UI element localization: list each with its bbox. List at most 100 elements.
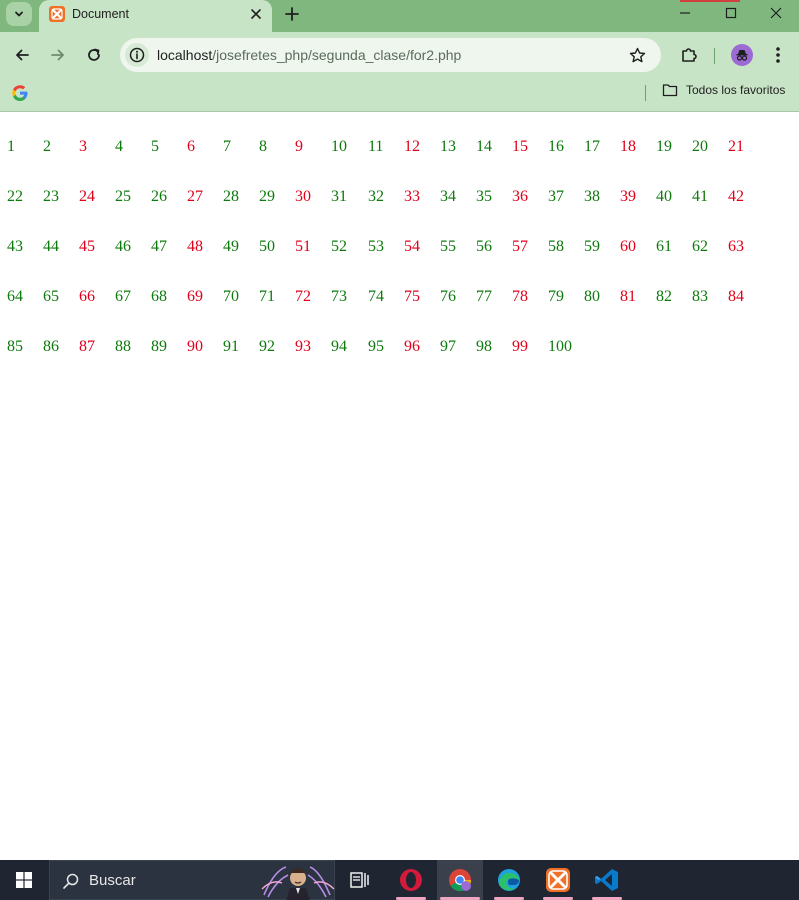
chrome-menu-button[interactable] — [766, 41, 790, 69]
number-36: 36 — [512, 188, 528, 205]
number-38: 38 — [584, 188, 600, 205]
number-11: 11 — [368, 138, 384, 155]
number-47: 47 — [151, 238, 167, 255]
taskbar-chrome[interactable] — [437, 860, 483, 900]
bookmark-star-button[interactable] — [626, 44, 648, 66]
number-96: 96 — [404, 338, 420, 355]
site-info-button[interactable] — [125, 43, 149, 67]
extensions-button[interactable] — [676, 41, 702, 69]
address-bar[interactable]: localhost/josefretes_php/segunda_clase/f… — [120, 38, 661, 72]
search-placeholder: Buscar — [89, 872, 136, 889]
toolbar-divider — [714, 48, 715, 64]
tab-strip: Document — [0, 0, 799, 32]
number-77: 77 — [476, 288, 492, 305]
start-button[interactable] — [0, 860, 48, 900]
number-26: 26 — [151, 188, 167, 205]
number-91: 91 — [223, 338, 239, 355]
number-15: 15 — [512, 138, 528, 155]
number-9: 9 — [295, 138, 303, 155]
number-71: 71 — [259, 288, 275, 305]
number-69: 69 — [187, 288, 203, 305]
number-48: 48 — [187, 238, 203, 255]
url-path: /josefretes_php/segunda_clase/for2.php — [212, 47, 462, 63]
search-icon — [63, 873, 79, 889]
search-highlight-illustration — [261, 866, 335, 900]
close-window-button[interactable] — [753, 0, 799, 26]
xampp-favicon-icon — [49, 6, 65, 22]
number-35: 35 — [476, 188, 492, 205]
taskbar-task-view[interactable] — [337, 860, 383, 900]
number-41: 41 — [692, 188, 708, 205]
number-64: 64 — [7, 288, 23, 305]
profile-avatar[interactable] — [731, 44, 753, 66]
more-vertical-icon — [776, 47, 780, 63]
number-92: 92 — [259, 338, 275, 355]
number-2: 2 — [43, 138, 51, 155]
number-94: 94 — [331, 338, 347, 355]
number-45: 45 — [79, 238, 95, 255]
number-73: 73 — [331, 288, 347, 305]
number-21: 21 — [728, 138, 744, 155]
number-5: 5 — [151, 138, 159, 155]
taskbar-opera[interactable] — [388, 860, 434, 900]
number-12: 12 — [404, 138, 420, 155]
google-logo-icon[interactable] — [11, 84, 29, 102]
all-bookmarks-label: Todos los favoritos — [686, 83, 786, 97]
number-90: 90 — [187, 338, 203, 355]
number-17: 17 — [584, 138, 600, 155]
number-32: 32 — [368, 188, 384, 205]
taskbar-vscode[interactable] — [584, 860, 630, 900]
back-button[interactable] — [8, 41, 36, 69]
number-87: 87 — [79, 338, 95, 355]
browser-tab-document[interactable]: Document — [39, 0, 272, 32]
number-67: 67 — [115, 288, 131, 305]
number-39: 39 — [620, 188, 636, 205]
close-icon — [251, 9, 261, 19]
number-37: 37 — [548, 188, 564, 205]
number-22: 22 — [7, 188, 23, 205]
number-49: 49 — [223, 238, 239, 255]
windows-logo-icon — [16, 872, 32, 888]
number-29: 29 — [259, 188, 275, 205]
chrome-icon — [449, 869, 472, 892]
number-8: 8 — [259, 138, 267, 155]
info-icon — [129, 47, 145, 63]
minimize-button[interactable] — [662, 0, 708, 26]
all-bookmarks-button[interactable]: Todos los favoritos — [662, 83, 785, 97]
number-34: 34 — [440, 188, 456, 205]
number-33: 33 — [404, 188, 420, 205]
number-30: 30 — [295, 188, 311, 205]
tab-search-button[interactable] — [6, 2, 32, 26]
forward-button[interactable] — [44, 41, 72, 69]
page-content: 1 2 3 4 5 6 7 8 9 10 11 12 13 14 15 16 17 18 19 20 21 22 23 24 2… — [0, 113, 799, 860]
taskbar-xampp[interactable] — [535, 860, 581, 900]
number-7: 7 — [223, 138, 231, 155]
number-61: 61 — [656, 238, 672, 255]
number-52: 52 — [331, 238, 347, 255]
browser-toolbar: localhost/josefretes_php/segunda_clase/f… — [0, 32, 799, 78]
number-99: 99 — [512, 338, 528, 355]
new-tab-button[interactable] — [280, 2, 304, 26]
taskbar-search[interactable]: Buscar — [49, 860, 335, 900]
number-74: 74 — [368, 288, 384, 305]
arrow-left-icon — [16, 49, 29, 61]
taskbar-edge[interactable] — [486, 860, 532, 900]
maximize-button[interactable] — [708, 0, 754, 26]
number-50: 50 — [259, 238, 275, 255]
number-100: 100 — [548, 338, 572, 355]
edge-icon — [498, 869, 520, 891]
incognito-icon — [736, 50, 748, 61]
maximize-icon — [725, 7, 737, 19]
number-6: 6 — [187, 138, 195, 155]
number-79: 79 — [548, 288, 564, 305]
reload-button[interactable] — [80, 41, 108, 69]
tab-close-button[interactable] — [246, 4, 266, 24]
number-89: 89 — [151, 338, 167, 355]
number-75: 75 — [404, 288, 420, 305]
number-46: 46 — [115, 238, 131, 255]
number-98: 98 — [476, 338, 492, 355]
number-62: 62 — [692, 238, 708, 255]
reload-icon — [88, 48, 100, 61]
number-78: 78 — [512, 288, 528, 305]
number-13: 13 — [440, 138, 456, 155]
